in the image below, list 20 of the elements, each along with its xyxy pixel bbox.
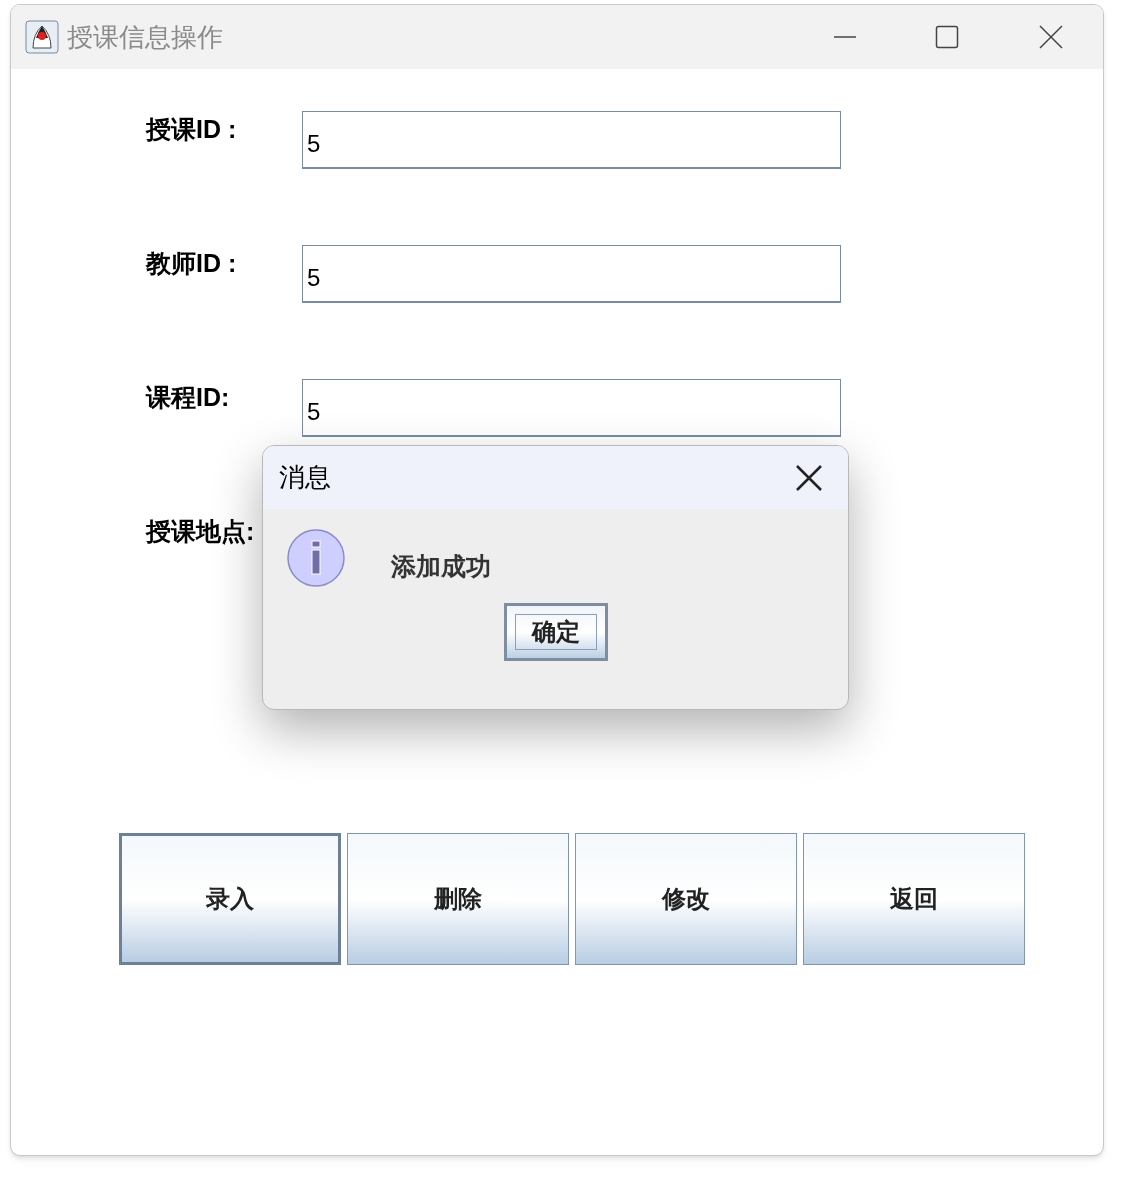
text-field[interactable]: 5 (302, 111, 841, 169)
field-label: 授课地点: (146, 516, 256, 547)
app-icon (25, 20, 59, 54)
action-button[interactable]: 删除 (347, 833, 569, 965)
info-icon (287, 529, 347, 589)
action-button[interactable]: 修改 (575, 833, 797, 965)
close-icon[interactable] (1039, 25, 1063, 49)
text-field[interactable]: 5 (302, 379, 841, 437)
ok-button[interactable]: 确定 (503, 603, 608, 661)
dialog-title: 消息 (279, 461, 331, 494)
action-button[interactable]: 返回 (803, 833, 1025, 965)
window-title: 授课信息操作 (67, 20, 223, 54)
close-icon[interactable] (796, 464, 822, 491)
field-label: 课程ID: (146, 382, 231, 413)
text-field[interactable]: 5 (302, 245, 841, 303)
field-label: 授课ID : (146, 114, 238, 145)
dialog-message: 添加成功 (391, 551, 491, 584)
action-button[interactable]: 录入 (119, 833, 341, 965)
field-label: 教师ID : (146, 248, 238, 279)
maximize-icon[interactable] (935, 25, 959, 49)
